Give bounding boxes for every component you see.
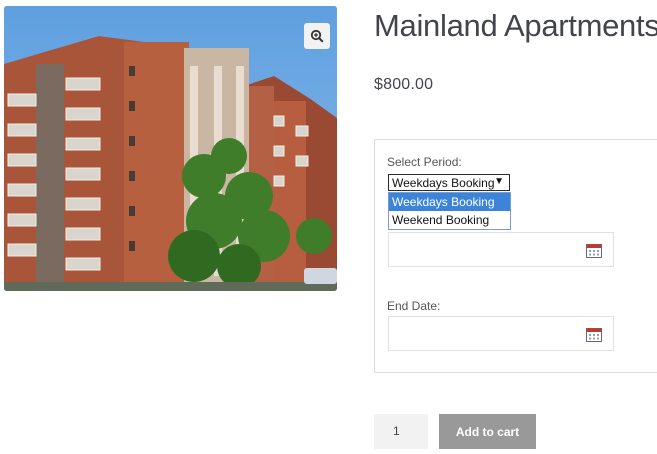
select-period-label: Select Period:	[387, 155, 462, 169]
end-date-field[interactable]	[388, 316, 614, 351]
period-option-weekend[interactable]: Weekend Booking	[389, 211, 510, 229]
zoom-icon	[310, 29, 324, 43]
add-to-cart-button[interactable]: Add to cart	[439, 414, 536, 449]
quantity-input[interactable]: 1	[374, 414, 428, 449]
period-select-value: Weekdays Booking	[392, 176, 495, 190]
zoom-button[interactable]	[304, 23, 330, 49]
apartment-photo	[4, 6, 337, 291]
product-title: Mainland Apartments	[374, 8, 657, 43]
dropdown-arrow-icon: ▼	[494, 176, 504, 187]
end-date-label: End Date:	[387, 299, 441, 313]
product-image[interactable]	[4, 6, 337, 291]
period-option-weekdays[interactable]: Weekdays Booking	[389, 193, 510, 211]
start-date-field[interactable]	[388, 232, 614, 267]
product-price: $800.00	[374, 76, 434, 93]
period-select[interactable]: Weekdays Booking ▼	[388, 174, 510, 191]
calendar-icon[interactable]	[586, 327, 602, 342]
calendar-icon[interactable]	[586, 243, 602, 258]
period-dropdown-list: Weekdays Booking Weekend Booking	[388, 192, 511, 230]
